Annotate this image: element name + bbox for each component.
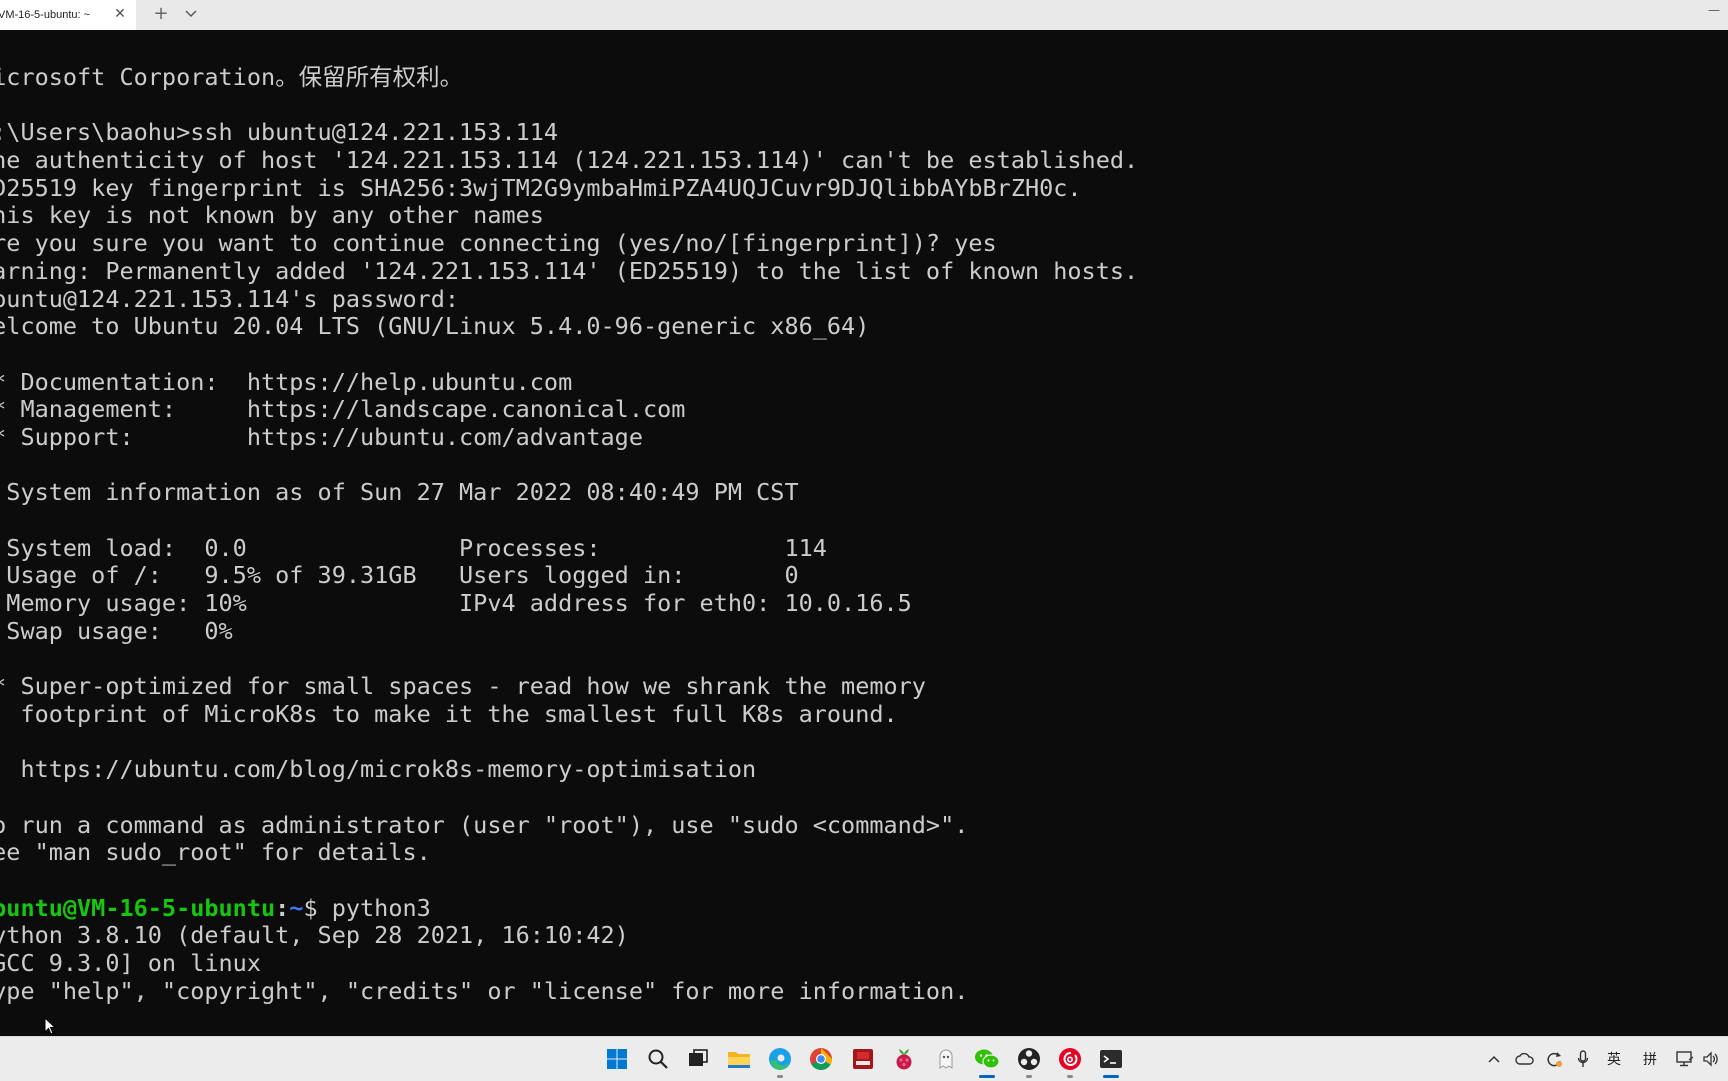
terminal-line: * Documentation: https://help.ubuntu.com [0,367,573,396]
chevron-down-icon[interactable] [183,7,199,21]
cloud-icon[interactable] [1515,1050,1535,1068]
terminal-line: footprint of MicroK8s to make it the sma… [0,699,898,728]
terminal-window[interactable]: Microsoft Corporation。保留所有权利。 C:\Users\ba… [0,30,1728,1036]
red-app-icon[interactable] [850,1046,876,1072]
terminal-line: Are you sure you want to continue connec… [0,229,997,258]
shell-prompt-line: ubuntu@VM-16-5-ubuntu:~$ python3 [0,893,1138,923]
prompt-symbol: $ [303,893,318,922]
edge-icon[interactable] [767,1046,793,1078]
chrome-icon[interactable] [808,1046,834,1072]
terminal-line: * Management: https://landscape.canonica… [0,395,686,424]
terminal-line: This key is not known by any other names [0,201,544,230]
terminal-line: Welcome to Ubuntu 20.04 LTS (GNU/Linux 5… [0,312,870,341]
terminal-line: Memory usage: 10% IPv4 address for eth0:… [0,589,912,618]
task-view-icon[interactable] [685,1046,711,1072]
terminal-line: Usage of /: 9.5% of 39.31GB Users logged… [0,561,799,590]
taskbar: 英 拼 [0,1036,1728,1081]
terminal-output: Microsoft Corporation。保留所有权利。 C:\Users\ba… [0,63,1139,1005]
network-icon[interactable] [1675,1050,1695,1068]
microphone-icon[interactable] [1576,1050,1590,1068]
mouse-cursor-icon [44,1017,56,1035]
terminal-line: https://ubuntu.com/blog/microk8s-memory-… [0,755,757,784]
terminal-line: See "man sudo_root" for details. [0,838,431,867]
terminal-line: C:\Users\baohu>ssh ubuntu@124.221.153.11… [0,118,559,147]
running-indicator [1026,1075,1032,1078]
netease-music-icon[interactable] [1057,1046,1083,1078]
terminal-line: System information as of Sun 27 Mar 2022… [0,478,799,507]
terminal-line: * Super-optimized for small spaces - rea… [0,672,926,701]
new-tab-button[interactable]: + [152,5,170,23]
input-mode-indicator[interactable]: 拼 [1640,1050,1660,1068]
terminal-line: The authenticity of host '124.221.153.11… [0,146,1139,175]
input-language-indicator[interactable]: 英 [1604,1050,1624,1068]
terminal-icon[interactable] [1098,1046,1124,1078]
terminal-line: ubuntu@124.221.153.114's password: [0,284,460,313]
wechat-icon[interactable] [974,1046,1000,1078]
terminal-line: ED25519 key fingerprint is SHA256:3wjTM2… [0,173,1082,202]
obs-icon[interactable] [1016,1046,1042,1078]
tab-title: VM-16-5-ubuntu: ~ [0,9,91,21]
title-bar: VM-16-5-ubuntu: ~ ✕ + — [0,0,1728,31]
chevron-up-icon[interactable] [1486,1050,1502,1068]
terminal-line: System load: 0.0 Processes: 114 [0,533,827,562]
prompt-colon: : [275,893,290,922]
prompt-command: python3 [317,893,431,922]
running-indicator [979,1075,995,1078]
volume-icon[interactable] [1701,1050,1721,1068]
raspberry-icon[interactable] [891,1046,917,1072]
terminal-line: Swap usage: 0% [0,616,233,645]
terminal-line: Type "help", "copyright", "credits" or "… [0,976,969,1005]
running-indicator [777,1075,783,1078]
start-icon[interactable] [604,1046,630,1072]
minimize-button[interactable]: — [1706,4,1722,16]
file-explorer-icon[interactable] [726,1046,752,1072]
running-indicator [1103,1075,1119,1078]
terminal-line: * Support: https://ubuntu.com/advantage [0,422,643,451]
prompt-user-host: ubuntu@VM-16-5-ubuntu [0,893,276,922]
terminal-line: To run a command as administrator (user … [0,810,969,839]
terminal-line: Microsoft Corporation。保留所有权利。 [0,63,464,91]
sync-icon[interactable] [1545,1050,1563,1068]
terminal-line: Python 3.8.10 (default, Sep 28 2021, 16:… [0,921,629,950]
prompt-path: ~ [289,893,304,922]
terminal-line: [GCC 9.3.0] on linux [0,949,261,977]
close-tab-icon[interactable]: ✕ [113,7,127,21]
ghost-app-icon[interactable] [933,1046,959,1072]
tab-terminal[interactable]: VM-16-5-ubuntu: ~ ✕ [0,0,136,30]
terminal-line: Warning: Permanently added '124.221.153.… [0,256,1139,285]
search-icon[interactable] [645,1046,671,1072]
running-indicator [1067,1075,1073,1078]
